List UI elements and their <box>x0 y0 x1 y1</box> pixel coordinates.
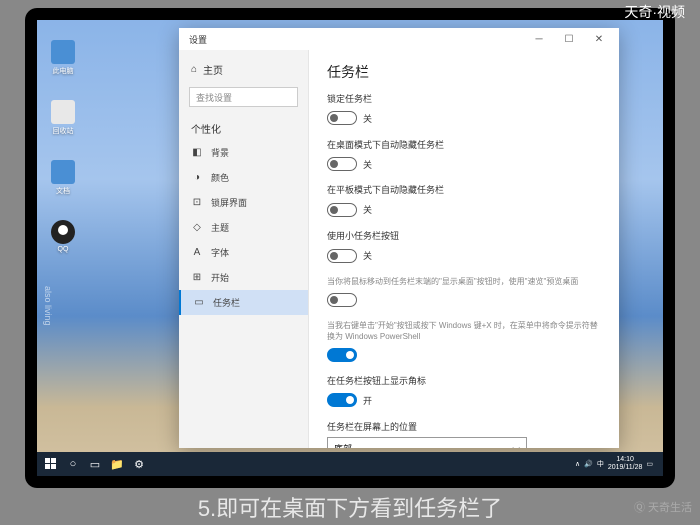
close-button[interactable]: ✕ <box>585 29 613 49</box>
sidebar-item-0[interactable]: ◧背景 <box>179 140 308 165</box>
sidebar-icon: ⊡ <box>191 197 203 209</box>
page-title: 任务栏 <box>327 62 601 82</box>
watermark-top: 天奇·视频 <box>624 2 685 22</box>
dropdown-row-0: 任务栏在屏幕上的位置底部 <box>327 422 601 448</box>
toggle-switch[interactable] <box>327 293 357 307</box>
toggle-row-1: 在桌面模式下自动隐藏任务栏关 <box>327 140 601 174</box>
task-view-icon[interactable]: ▭ <box>85 454 105 474</box>
desktop-icon-recycle[interactable]: 回收站 <box>47 100 79 142</box>
sidebar-icon: ◧ <box>191 147 203 159</box>
sidebar-icon: ▭ <box>193 297 205 309</box>
sidebar-icon: ◑ <box>191 172 203 184</box>
settings-window: 设置 ─ ☐ ✕ ⌂主页 查找设置 个性化 ◧背景◑颜色⊡锁屏界面◇主题A字体⊞… <box>179 28 619 448</box>
explorer-icon[interactable]: 📁 <box>107 454 127 474</box>
dropdown-select[interactable]: 底部 <box>327 437 527 448</box>
toggle-switch[interactable] <box>327 393 357 407</box>
sidebar-item-6[interactable]: ▭任务栏 <box>179 290 308 315</box>
sidebar-item-4[interactable]: A字体 <box>179 240 308 265</box>
sidebar-icon: ◇ <box>191 222 203 234</box>
start-button[interactable] <box>41 454 61 474</box>
sidebar-item-3[interactable]: ◇主题 <box>179 215 308 240</box>
sidebar-item-1[interactable]: ◑颜色 <box>179 165 308 190</box>
sidebar-item-5[interactable]: ⊞开始 <box>179 265 308 290</box>
toggle-switch[interactable] <box>327 249 357 263</box>
toggle-row-4: 当你将鼠标移动到任务栏末端的"显示桌面"按钮时，使用"速览"预览桌面 <box>327 277 601 309</box>
search-input[interactable]: 查找设置 <box>189 87 298 107</box>
toggle-switch[interactable] <box>327 203 357 217</box>
toggle-switch[interactable] <box>327 111 357 125</box>
desktop-icon-docs[interactable]: 文档 <box>47 160 79 202</box>
search-icon[interactable]: ○ <box>63 454 83 474</box>
toggle-row-6: 在任务栏按钮上显示角标开 <box>327 376 601 410</box>
taskbar[interactable]: ○ ▭ 📁 ⚙ ∧🔊中 14:102019/11/28 ▭ <box>37 452 663 476</box>
home-icon: ⌂ <box>191 64 197 75</box>
toggle-row-2: 在平板模式下自动隐藏任务栏关 <box>327 185 601 219</box>
sidebar-icon: ⊞ <box>191 272 203 284</box>
window-title: 设置 <box>185 33 207 46</box>
sidebar-section: 个性化 <box>179 113 308 140</box>
settings-content: 任务栏 锁定任务栏关在桌面模式下自动隐藏任务栏关在平板模式下自动隐藏任务栏关使用… <box>309 50 619 448</box>
caption-text: 5.即可在桌面下方看到任务栏了 <box>0 491 700 523</box>
desktop-icon-qq[interactable]: QQ <box>47 220 79 262</box>
desktop-icon-computer[interactable]: 此电脑 <box>47 40 79 82</box>
toggle-row-5: 当我右键单击"开始"按钮或按下 Windows 键+X 时，在菜单中将命令提示符… <box>327 321 601 364</box>
desktop-icons: 此电脑 回收站 文档 QQ <box>47 40 79 262</box>
minimize-button[interactable]: ─ <box>525 29 553 49</box>
home-button[interactable]: ⌂主页 <box>179 58 308 81</box>
sidebar-icon: A <box>191 247 203 259</box>
toggle-switch[interactable] <box>327 348 357 362</box>
toggle-switch[interactable] <box>327 157 357 171</box>
maximize-button[interactable]: ☐ <box>555 29 583 49</box>
title-bar: 设置 ─ ☐ ✕ <box>179 28 619 50</box>
toggle-row-0: 锁定任务栏关 <box>327 94 601 128</box>
toggle-row-3: 使用小任务栏按钮关 <box>327 231 601 265</box>
sidebar-item-2[interactable]: ⊡锁屏界面 <box>179 190 308 215</box>
settings-icon[interactable]: ⚙ <box>129 454 149 474</box>
system-tray[interactable]: ∧🔊中 14:102019/11/28 ▭ <box>575 456 659 471</box>
watermark-bottom: Ⓠ天奇生活 <box>634 499 692 515</box>
settings-sidebar: ⌂主页 查找设置 个性化 ◧背景◑颜色⊡锁屏界面◇主题A字体⊞开始▭任务栏 <box>179 50 309 448</box>
